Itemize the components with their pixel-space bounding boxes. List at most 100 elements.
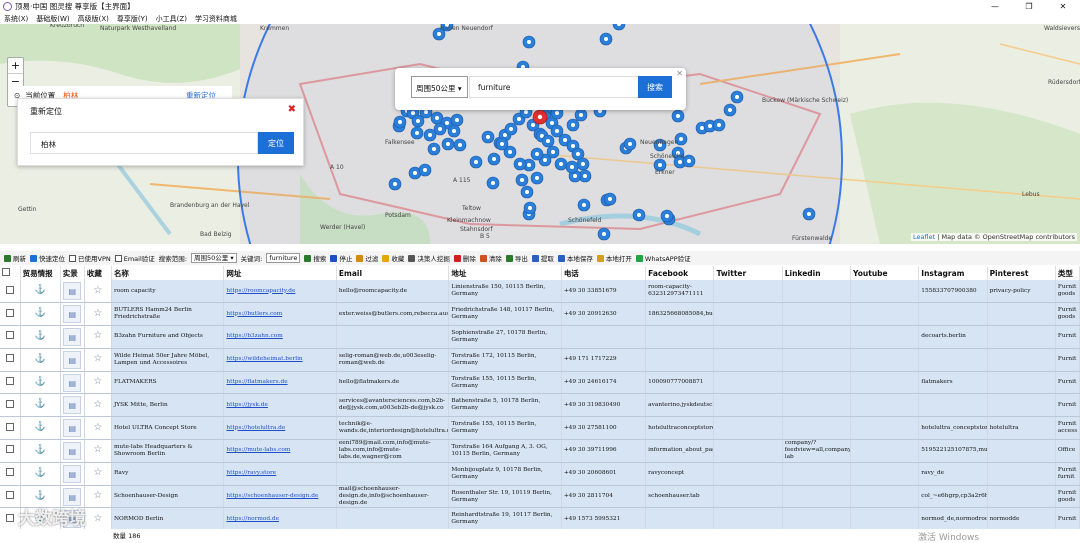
- star-icon[interactable]: ☆: [93, 490, 102, 501]
- toolbar-item-13[interactable]: 删除: [453, 253, 476, 263]
- table-row[interactable]: ⚓ ▤ ☆ NORMOD Berlin https://normod.de Reinhar…: [0, 507, 1080, 529]
- toolbar-item-9[interactable]: 停止: [330, 253, 352, 263]
- star-icon[interactable]: ☆: [93, 444, 102, 455]
- search-close-icon[interactable]: ✕: [676, 69, 683, 78]
- cell-url[interactable]: https://mute-labs.com: [223, 439, 337, 463]
- column-header[interactable]: Twitter: [713, 266, 783, 280]
- cell-url[interactable]: https://b3zahn.com: [223, 325, 337, 349]
- anchor-icon[interactable]: ⚓: [35, 445, 46, 455]
- street-view-icon[interactable]: ▤: [63, 282, 82, 301]
- menu-tools[interactable]: 小工具(Z): [156, 14, 187, 24]
- row-checkbox[interactable]: [5, 354, 14, 363]
- toolbar-item-12[interactable]: 决策人挖掘: [408, 253, 450, 263]
- zoom-in-button[interactable]: +: [8, 58, 23, 74]
- street-view-icon[interactable]: ▤: [63, 464, 82, 483]
- row-checkbox[interactable]: [5, 377, 14, 386]
- table-row[interactable]: ⚓ ▤ ☆ Hotel ULTRA Concept Store https://hote…: [0, 416, 1080, 441]
- table-row[interactable]: ⚓ ▤ ☆ BUTLERS Hamm24 Berlin Friedrichstraße…: [0, 302, 1080, 327]
- star-icon[interactable]: ☆: [93, 353, 102, 364]
- cell-url[interactable]: https://wildeheimat.berlin: [223, 348, 337, 372]
- row-checkbox[interactable]: [5, 422, 14, 431]
- relocate-input[interactable]: 柏林: [30, 132, 258, 154]
- toolbar-item-1[interactable]: 快速定位: [30, 253, 65, 263]
- relocate-close-icon[interactable]: ✖: [288, 104, 296, 115]
- toolbar-item-0[interactable]: 刷新: [4, 253, 26, 263]
- anchor-icon[interactable]: ⚓: [35, 468, 46, 478]
- toolbar-item-2[interactable]: 已使用VPN: [69, 253, 111, 263]
- cell-url[interactable]: https://ravy.store: [223, 462, 337, 486]
- toolbar-item-14[interactable]: 清除: [479, 253, 502, 263]
- cell-url[interactable]: https://flatmakers.de: [223, 371, 337, 395]
- star-icon[interactable]: ☆: [93, 285, 102, 296]
- anchor-icon[interactable]: ⚓: [35, 331, 46, 341]
- column-header[interactable]: 地址: [448, 266, 562, 280]
- table-row[interactable]: ⚓ ▤ ☆ Wilde Heimat 50er Jahre Möbel, Lampen…: [0, 348, 1080, 372]
- anchor-icon[interactable]: ⚓: [35, 422, 46, 432]
- street-view-icon[interactable]: ▤: [63, 441, 82, 460]
- toolbar-item-10[interactable]: 过滤: [356, 253, 378, 263]
- street-view-icon[interactable]: ▤: [63, 350, 82, 369]
- cell-url[interactable]: https://roomcapacity.de: [223, 280, 337, 304]
- toolbar-item-5[interactable]: 周围50公里 ▾: [190, 253, 237, 263]
- toolbar-label[interactable]: furniture: [266, 253, 301, 263]
- anchor-icon[interactable]: ⚓: [35, 354, 46, 364]
- cell-url[interactable]: https://schoenhauser-design.de: [223, 485, 337, 509]
- cell-url[interactable]: https://jysk.de: [223, 393, 337, 418]
- checkbox-icon[interactable]: [69, 254, 76, 262]
- toolbar-item-3[interactable]: Email验证: [114, 253, 155, 263]
- locate-button[interactable]: 定位: [258, 132, 294, 154]
- street-view-icon[interactable]: ▤: [63, 327, 82, 346]
- maximize-button[interactable]: ❐: [1012, 0, 1046, 13]
- cell-url[interactable]: https://hotelultra.de: [223, 416, 337, 441]
- checkbox-icon[interactable]: [114, 254, 122, 262]
- menu-premium[interactable]: 尊享版(Y): [117, 14, 148, 24]
- row-checkbox[interactable]: [5, 308, 14, 317]
- close-button[interactable]: ✕: [1046, 0, 1080, 13]
- column-header[interactable]: 网址: [223, 266, 337, 280]
- table-row[interactable]: ⚓ ▤ ☆ Schoenhauser-Design https://schoenhaus…: [0, 485, 1080, 509]
- toolbar-item-8[interactable]: 搜索: [304, 253, 326, 263]
- street-view-icon[interactable]: ▤: [63, 396, 82, 415]
- menu-basic[interactable]: 基础版(W): [36, 14, 69, 24]
- column-header[interactable]: 实景: [60, 266, 85, 280]
- menu-advanced[interactable]: 高级版(X): [78, 14, 109, 24]
- toolbar-item-17[interactable]: 本地保存: [557, 253, 593, 263]
- cell-url[interactable]: https://normod.de: [223, 507, 337, 529]
- star-icon[interactable]: ☆: [93, 422, 102, 433]
- anchor-icon[interactable]: ⚓: [35, 377, 46, 387]
- keyword-input[interactable]: furniture: [469, 76, 639, 98]
- column-header[interactable]: Email: [336, 266, 450, 280]
- select-all-checkbox[interactable]: [2, 268, 10, 276]
- toolbar-item-15[interactable]: 导出: [505, 253, 528, 263]
- toolbar-label[interactable]: 周围50公里 ▾: [190, 253, 237, 263]
- column-header[interactable]: [0, 266, 21, 280]
- column-header[interactable]: Pinterest: [987, 266, 1056, 280]
- cell-url[interactable]: https://butlers.com: [223, 302, 337, 327]
- star-icon[interactable]: ☆: [93, 513, 102, 524]
- toolbar-item-7[interactable]: furniture: [266, 253, 301, 263]
- row-checkbox[interactable]: [5, 331, 14, 340]
- row-checkbox[interactable]: [5, 468, 14, 477]
- street-view-icon[interactable]: ▤: [63, 305, 82, 324]
- table-row[interactable]: ⚓ ▤ ☆ B3zahn Furniture and Objects https://b…: [0, 325, 1080, 349]
- row-checkbox[interactable]: [5, 399, 14, 408]
- toolbar-item-11[interactable]: 收藏: [382, 253, 404, 263]
- street-view-icon[interactable]: ▤: [63, 419, 82, 438]
- menu-system[interactable]: 系统(X): [4, 14, 28, 24]
- column-header[interactable]: 收藏: [84, 266, 112, 280]
- column-header[interactable]: Linkedin: [782, 266, 852, 280]
- column-header[interactable]: 类型: [1055, 266, 1080, 280]
- table-row[interactable]: ⚓ ▤ ☆ JYSK Mitte, Berlin https://jysk.de serv…: [0, 393, 1080, 418]
- radius-select[interactable]: 周围50公里 ▾: [411, 76, 468, 98]
- anchor-icon[interactable]: ⚓: [35, 491, 46, 501]
- leaflet-link[interactable]: Leaflet: [913, 233, 935, 241]
- anchor-icon[interactable]: ⚓: [35, 399, 46, 409]
- column-header[interactable]: 电话: [561, 266, 647, 280]
- column-header[interactable]: 贸易情报: [20, 266, 61, 280]
- row-checkbox[interactable]: [5, 513, 14, 522]
- column-header[interactable]: Facebook: [645, 266, 715, 280]
- toolbar-item-19[interactable]: WhatsAPP验证: [635, 253, 691, 263]
- street-view-icon[interactable]: ▤: [63, 487, 82, 506]
- column-header[interactable]: Youtube: [850, 266, 920, 280]
- star-icon[interactable]: ☆: [93, 330, 102, 341]
